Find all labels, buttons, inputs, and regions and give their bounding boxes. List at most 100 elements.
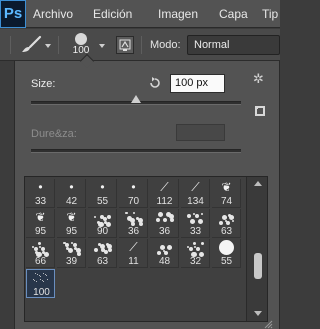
brush-panel-icon: [119, 39, 131, 51]
brush-preset-item[interactable]: 66: [26, 239, 55, 268]
brush-preset-item[interactable]: 32: [181, 239, 210, 268]
brush-preset-item[interactable]: ⟋ 11: [119, 239, 148, 268]
tool-preset-dropdown-icon[interactable]: [45, 44, 51, 48]
hardness-slider: [31, 149, 241, 153]
brush-preset-size: 95: [65, 226, 78, 237]
separator: [141, 36, 142, 54]
brush-tip-icon: [94, 212, 111, 227]
brush-preset-item[interactable]: • 33: [26, 179, 55, 208]
brush-tip-icon: [94, 242, 112, 255]
gear-icon[interactable]: ✲: [253, 72, 267, 86]
brush-picker-dropdown-icon[interactable]: [99, 44, 105, 48]
scroll-down-icon[interactable]: [254, 311, 262, 316]
size-label: Size:: [31, 78, 56, 90]
brush-preset-size: 36: [158, 226, 171, 237]
brush-tip-icon: [63, 242, 81, 256]
scroll-up-icon[interactable]: [254, 181, 262, 186]
hardness-label: Dure&za:: [31, 128, 77, 140]
brush-preset-size: 63: [96, 256, 109, 267]
brush-preset-size: 42: [65, 196, 78, 207]
preset-list-scrollbar[interactable]: [246, 177, 267, 321]
brush-preset-item[interactable]: • 42: [57, 179, 86, 208]
brush-preset-item[interactable]: 33: [181, 209, 210, 238]
menu-edicion[interactable]: Edición: [93, 0, 132, 28]
menu-imagen[interactable]: Imagen: [158, 0, 198, 28]
brush-preset-item[interactable]: • 70: [119, 179, 148, 208]
brush-preset-picker: Size: 100 px ✲ Dure&za: • 33 • 42 • 55 • 70 ⟋ 112…: [14, 53, 280, 329]
brush-tip-icon: [219, 240, 234, 255]
brush-preset-item[interactable]: 36: [150, 209, 179, 238]
size-field[interactable]: 100 px: [170, 74, 225, 93]
brush-icon[interactable]: [20, 35, 42, 55]
brush-picker-button[interactable]: 100: [66, 32, 96, 59]
brush-tip-icon: [75, 33, 87, 45]
brush-preset-list: • 33 • 42 • 55 • 70 ⟋ 112 ⟋ 134 ❦ 74 ❦ 95 ❦ 95 90 36 36 33 63 6…: [24, 176, 268, 322]
menu-tipo[interactable]: Tip: [262, 0, 278, 28]
brush-tip-icon: ⟋: [191, 180, 200, 194]
brush-preset-size: 48: [158, 256, 171, 267]
brush-preset-item[interactable]: 63: [88, 239, 117, 268]
brush-preset-item[interactable]: ❦ 95: [57, 209, 86, 238]
brush-preset-item[interactable]: 55: [212, 239, 241, 268]
brush-preset-size: 134: [187, 196, 204, 207]
brush-preset-size: 63: [220, 226, 233, 237]
brush-tip-icon: ⟋: [160, 180, 169, 194]
brush-preset-size: 11: [128, 256, 139, 267]
options-bar-grip: [10, 36, 11, 54]
brush-preset-size: 33: [189, 226, 202, 237]
brush-tip-icon: •: [69, 180, 74, 194]
brush-preset-item[interactable]: ⟋ 112: [150, 179, 179, 208]
resize-grip-icon[interactable]: [263, 319, 273, 329]
brush-preset-item[interactable]: 48: [150, 239, 179, 268]
brush-tip-icon: ❦: [66, 210, 77, 224]
mode-select[interactable]: Normal: [187, 35, 280, 55]
mode-label: Modo:: [150, 39, 181, 51]
brush-preset-size: 70: [127, 196, 140, 207]
brush-tip-icon: [187, 212, 204, 225]
brush-tip-icon: [32, 242, 49, 257]
new-preset-icon[interactable]: [254, 105, 266, 117]
size-slider-thumb[interactable]: [131, 95, 141, 103]
brush-tip-icon: •: [38, 180, 43, 194]
brush-tip-icon: ❦: [221, 180, 232, 194]
brush-preset-item[interactable]: 100: [26, 269, 55, 298]
brush-preset-size: 74: [220, 196, 233, 207]
brush-tip-icon: [33, 273, 50, 286]
brush-preset-item[interactable]: ⟋ 134: [181, 179, 210, 208]
app-logo[interactable]: Ps: [0, 0, 26, 28]
menu-capa[interactable]: Capa: [219, 0, 248, 28]
brush-tip-icon: [156, 212, 174, 225]
brush-preset-size: 55: [220, 256, 233, 267]
brush-preset-size: 55: [96, 196, 109, 207]
menu-bar: Ps Archivo Edición Imagen Capa Tip: [0, 0, 280, 28]
brush-tip-icon: [156, 242, 173, 255]
brush-preset-item[interactable]: 90: [88, 209, 117, 238]
brush-preset-item[interactable]: 39: [57, 239, 86, 268]
brush-tip-icon: ⟋: [129, 240, 138, 254]
brush-tip-icon: [218, 212, 235, 225]
brush-panel-toggle-button[interactable]: [116, 36, 134, 54]
brush-preset-size: 90: [96, 226, 109, 237]
brush-preset-size: 112: [156, 196, 173, 207]
brush-tip-icon: [187, 242, 204, 257]
brush-preset-size: 100: [33, 287, 50, 298]
reset-icon[interactable]: [148, 76, 162, 90]
brush-preset-size: 36: [127, 226, 140, 237]
brush-size-readout: 100: [72, 45, 90, 56]
brush-tip-icon: •: [100, 180, 105, 194]
brush-preset-item[interactable]: 63: [212, 209, 241, 238]
separator: [58, 36, 59, 54]
brush-preset-item[interactable]: ❦ 74: [212, 179, 241, 208]
brush-preset-size: 95: [34, 226, 47, 237]
brush-preset-item[interactable]: • 55: [88, 179, 117, 208]
brush-preset-size: 39: [65, 256, 78, 267]
brush-preset-item[interactable]: 36: [119, 209, 148, 238]
hardness-field: [176, 124, 225, 141]
brush-preset-item[interactable]: ❦ 95: [26, 209, 55, 238]
scrollbar-thumb[interactable]: [254, 253, 262, 279]
brush-preset-size: 33: [34, 196, 47, 207]
brush-tip-icon: [125, 212, 143, 226]
menu-archivo[interactable]: Archivo: [33, 0, 73, 28]
brush-tip-icon: ❦: [35, 210, 46, 224]
brush-tip-icon: •: [131, 180, 136, 194]
